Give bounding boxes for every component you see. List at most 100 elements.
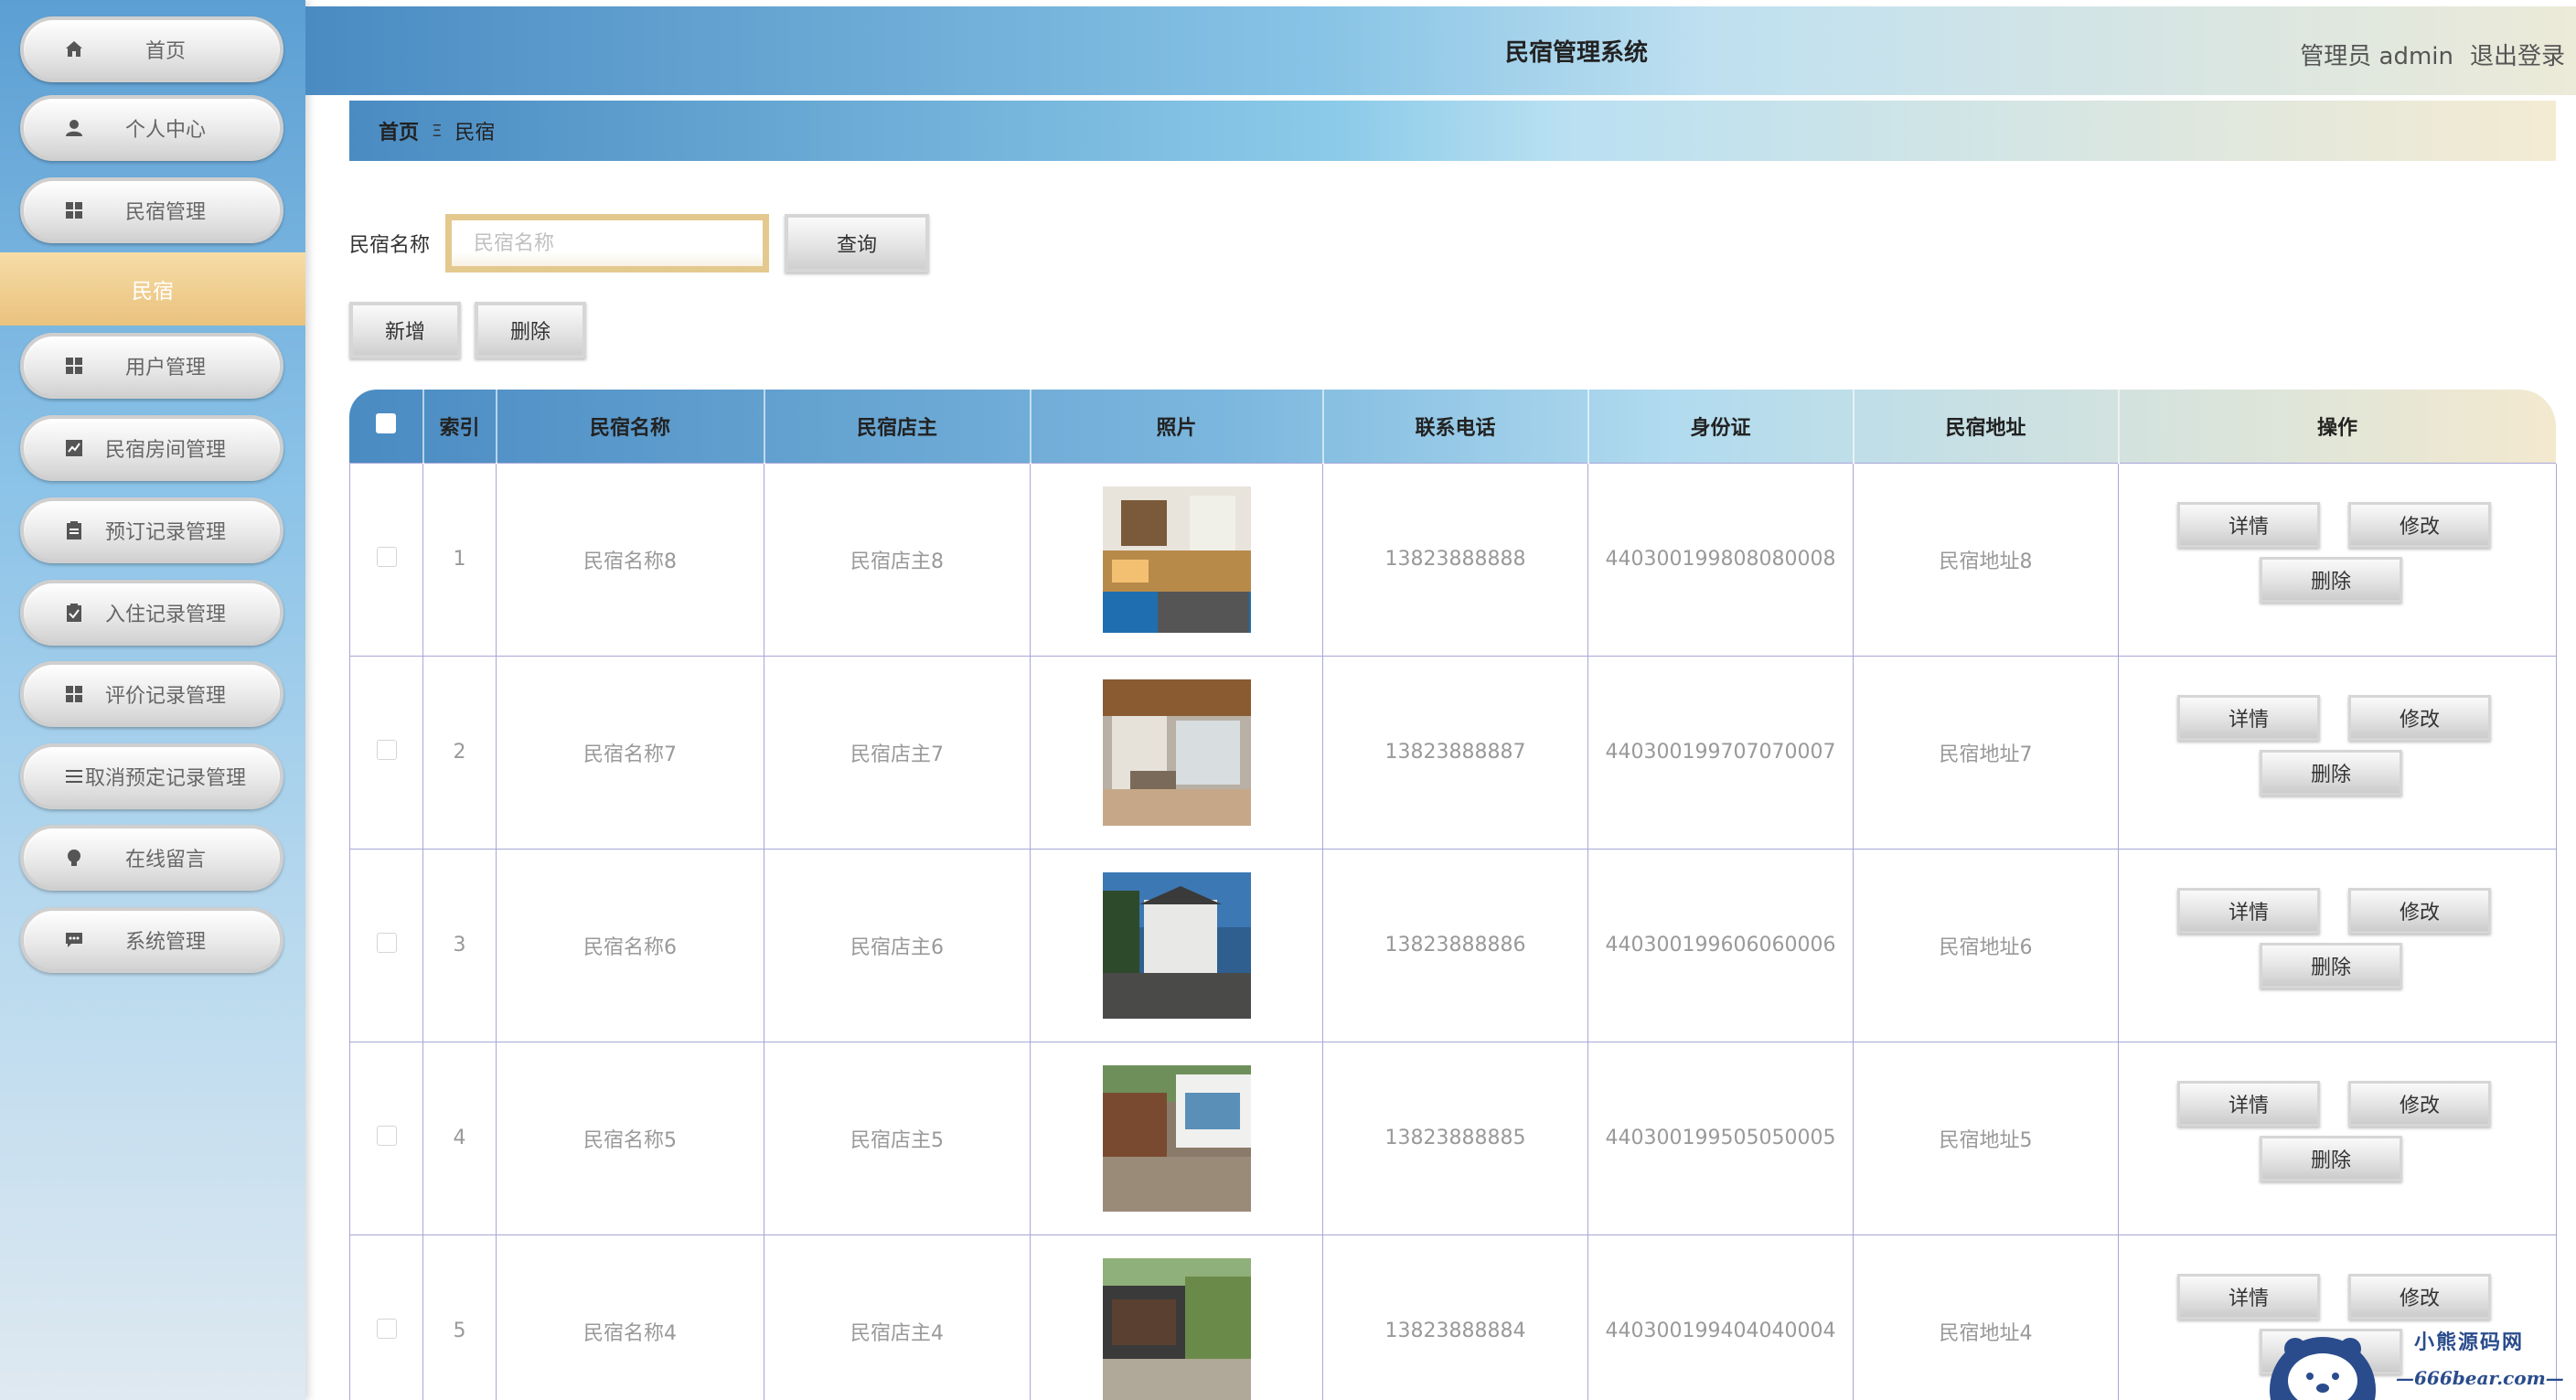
row-select-cell bbox=[349, 848, 423, 1042]
id-card-cell: 440300199707070007 bbox=[1587, 655, 1854, 850]
sidebar-item-homestay-management[interactable]: 民宿管理 bbox=[20, 177, 283, 243]
user-icon bbox=[62, 116, 86, 140]
id-card-cell: 440300199404040004 bbox=[1587, 1234, 1854, 1400]
photo-cell bbox=[1030, 1234, 1323, 1400]
edit-button[interactable]: 修改 bbox=[2348, 887, 2491, 934]
sidebar-item-label: 民宿 bbox=[132, 280, 174, 304]
owner-cell: 民宿店主6 bbox=[764, 848, 1031, 1042]
select-all-cell bbox=[349, 390, 424, 463]
phone-cell: 13823888885 bbox=[1322, 1041, 1588, 1235]
detail-button[interactable]: 详情 bbox=[2177, 1273, 2320, 1320]
select-all-checkbox[interactable] bbox=[376, 412, 396, 433]
detail-button[interactable]: 详情 bbox=[2177, 501, 2320, 548]
row-checkbox[interactable] bbox=[376, 1318, 397, 1339]
sidebar-item-system-management[interactable]: 系统管理 bbox=[20, 907, 283, 973]
home-icon bbox=[62, 37, 86, 61]
row-select-cell bbox=[349, 462, 423, 657]
id-card-cell: 440300199606060006 bbox=[1587, 848, 1854, 1042]
delete-button[interactable]: 删除 bbox=[2260, 556, 2402, 603]
query-button[interactable]: 查询 bbox=[785, 214, 929, 273]
current-user: 管理员 admin bbox=[2300, 43, 2453, 70]
logout-link[interactable]: 退出登录 bbox=[2470, 37, 2565, 71]
sidebar-item-label: 取消预定记录管理 bbox=[84, 767, 246, 790]
sidebar-item-room-management[interactable]: 民宿房间管理 bbox=[20, 415, 283, 481]
sidebar-item-review-management[interactable]: 评价记录管理 bbox=[20, 661, 283, 727]
column-header: 操作 bbox=[2118, 390, 2558, 463]
breadcrumb-separator: Ξ bbox=[432, 121, 443, 141]
photo-cell bbox=[1030, 655, 1323, 850]
row-select-cell bbox=[349, 1041, 423, 1235]
sidebar-item-label: 在线留言 bbox=[124, 849, 206, 871]
sidebar-item-booking-management[interactable]: 预订记录管理 bbox=[20, 497, 283, 563]
delete-selected-button[interactable]: 删除 bbox=[475, 302, 586, 358]
breadcrumb-home[interactable]: 首页 bbox=[379, 116, 419, 145]
list-icon bbox=[62, 764, 86, 788]
column-header: 身份证 bbox=[1587, 390, 1855, 463]
homestay-table: 索引 民宿名称 民宿店主 照片 联系电话 身份证 民宿地址 操作 1 民宿名称8… bbox=[349, 390, 2558, 1400]
add-button[interactable]: 新增 bbox=[349, 302, 461, 358]
watermark-url: —666bear.com— bbox=[2396, 1367, 2564, 1389]
delete-button[interactable]: 删除 bbox=[2260, 1135, 2402, 1181]
row-checkbox[interactable] bbox=[376, 1125, 397, 1146]
edit-button[interactable]: 修改 bbox=[2348, 694, 2491, 741]
homestay-photo bbox=[1102, 871, 1251, 1019]
address-cell: 民宿地址7 bbox=[1853, 655, 2119, 850]
chart-icon bbox=[62, 436, 86, 460]
sidebar: 首页 个人中心 民宿管理 民宿 用户管理 民宿房间管理 预订记录管理 入住记录管… bbox=[0, 0, 305, 1400]
detail-button[interactable]: 详情 bbox=[2177, 694, 2320, 741]
breadcrumb: 首页 Ξ 民宿 bbox=[349, 101, 2556, 161]
column-header: 索引 bbox=[422, 390, 497, 463]
edit-button[interactable]: 修改 bbox=[2348, 1080, 2491, 1127]
bear-logo-icon bbox=[2270, 1337, 2376, 1400]
detail-button[interactable]: 详情 bbox=[2177, 1080, 2320, 1127]
sidebar-item-user-management[interactable]: 用户管理 bbox=[20, 333, 283, 399]
name-cell: 民宿名称8 bbox=[496, 462, 764, 657]
top-header: 民宿管理系统 管理员 admin 退出登录 bbox=[305, 6, 2576, 95]
delete-button[interactable]: 删除 bbox=[2260, 942, 2402, 989]
phone-cell: 13823888884 bbox=[1322, 1234, 1588, 1400]
sidebar-item-label: 民宿管理 bbox=[124, 201, 206, 224]
photo-cell bbox=[1030, 462, 1323, 657]
column-header: 民宿店主 bbox=[764, 390, 1031, 463]
sidebar-item-home[interactable]: 首页 bbox=[20, 16, 283, 82]
row-checkbox[interactable] bbox=[376, 932, 397, 953]
name-cell: 民宿名称6 bbox=[496, 848, 764, 1042]
search-label: 民宿名称 bbox=[349, 234, 431, 257]
grid-icon bbox=[62, 682, 86, 706]
name-cell: 民宿名称4 bbox=[496, 1234, 764, 1400]
sidebar-item-messages[interactable]: 在线留言 bbox=[20, 825, 283, 891]
watermark: 小熊源码网 —666bear.com— bbox=[2259, 1317, 2576, 1400]
edit-button[interactable]: 修改 bbox=[2348, 1273, 2491, 1320]
sidebar-item-cancel-management[interactable]: 取消预定记录管理 bbox=[20, 743, 283, 809]
sidebar-item-label: 评价记录管理 bbox=[104, 685, 226, 708]
sidebar-item-profile[interactable]: 个人中心 bbox=[20, 95, 283, 161]
sidebar-item-label: 预订记录管理 bbox=[104, 521, 226, 544]
column-header: 照片 bbox=[1030, 390, 1324, 463]
name-cell: 民宿名称7 bbox=[496, 655, 764, 850]
detail-button[interactable]: 详情 bbox=[2177, 887, 2320, 934]
bulb-icon bbox=[62, 846, 86, 870]
row-checkbox[interactable] bbox=[376, 739, 397, 760]
delete-button[interactable]: 删除 bbox=[2260, 749, 2402, 796]
owner-cell: 民宿店主5 bbox=[764, 1041, 1031, 1235]
search-input[interactable] bbox=[445, 214, 769, 273]
homestay-photo bbox=[1102, 486, 1251, 633]
chat-icon bbox=[62, 928, 86, 952]
sidebar-item-homestay[interactable]: 民宿 bbox=[0, 252, 305, 326]
index-cell: 3 bbox=[422, 848, 497, 1042]
sidebar-item-checkin-management[interactable]: 入住记录管理 bbox=[20, 580, 283, 646]
sidebar-item-label: 个人中心 bbox=[124, 119, 206, 142]
edit-button[interactable]: 修改 bbox=[2348, 501, 2491, 548]
address-cell: 民宿地址6 bbox=[1853, 848, 2119, 1042]
row-checkbox[interactable] bbox=[376, 546, 397, 567]
row-select-cell bbox=[349, 655, 423, 850]
actions-cell: 详情 修改 删除 bbox=[2118, 655, 2557, 850]
phone-cell: 13823888887 bbox=[1322, 655, 1588, 850]
photo-cell bbox=[1030, 1041, 1323, 1235]
id-card-cell: 440300199505050005 bbox=[1587, 1041, 1854, 1235]
name-cell: 民宿名称5 bbox=[496, 1041, 764, 1235]
table-header-row: 索引 民宿名称 民宿店主 照片 联系电话 身份证 民宿地址 操作 bbox=[349, 390, 2558, 463]
actions-cell: 详情 修改 删除 bbox=[2118, 848, 2557, 1042]
sidebar-item-label: 入住记录管理 bbox=[104, 604, 226, 626]
address-cell: 民宿地址4 bbox=[1853, 1234, 2119, 1400]
